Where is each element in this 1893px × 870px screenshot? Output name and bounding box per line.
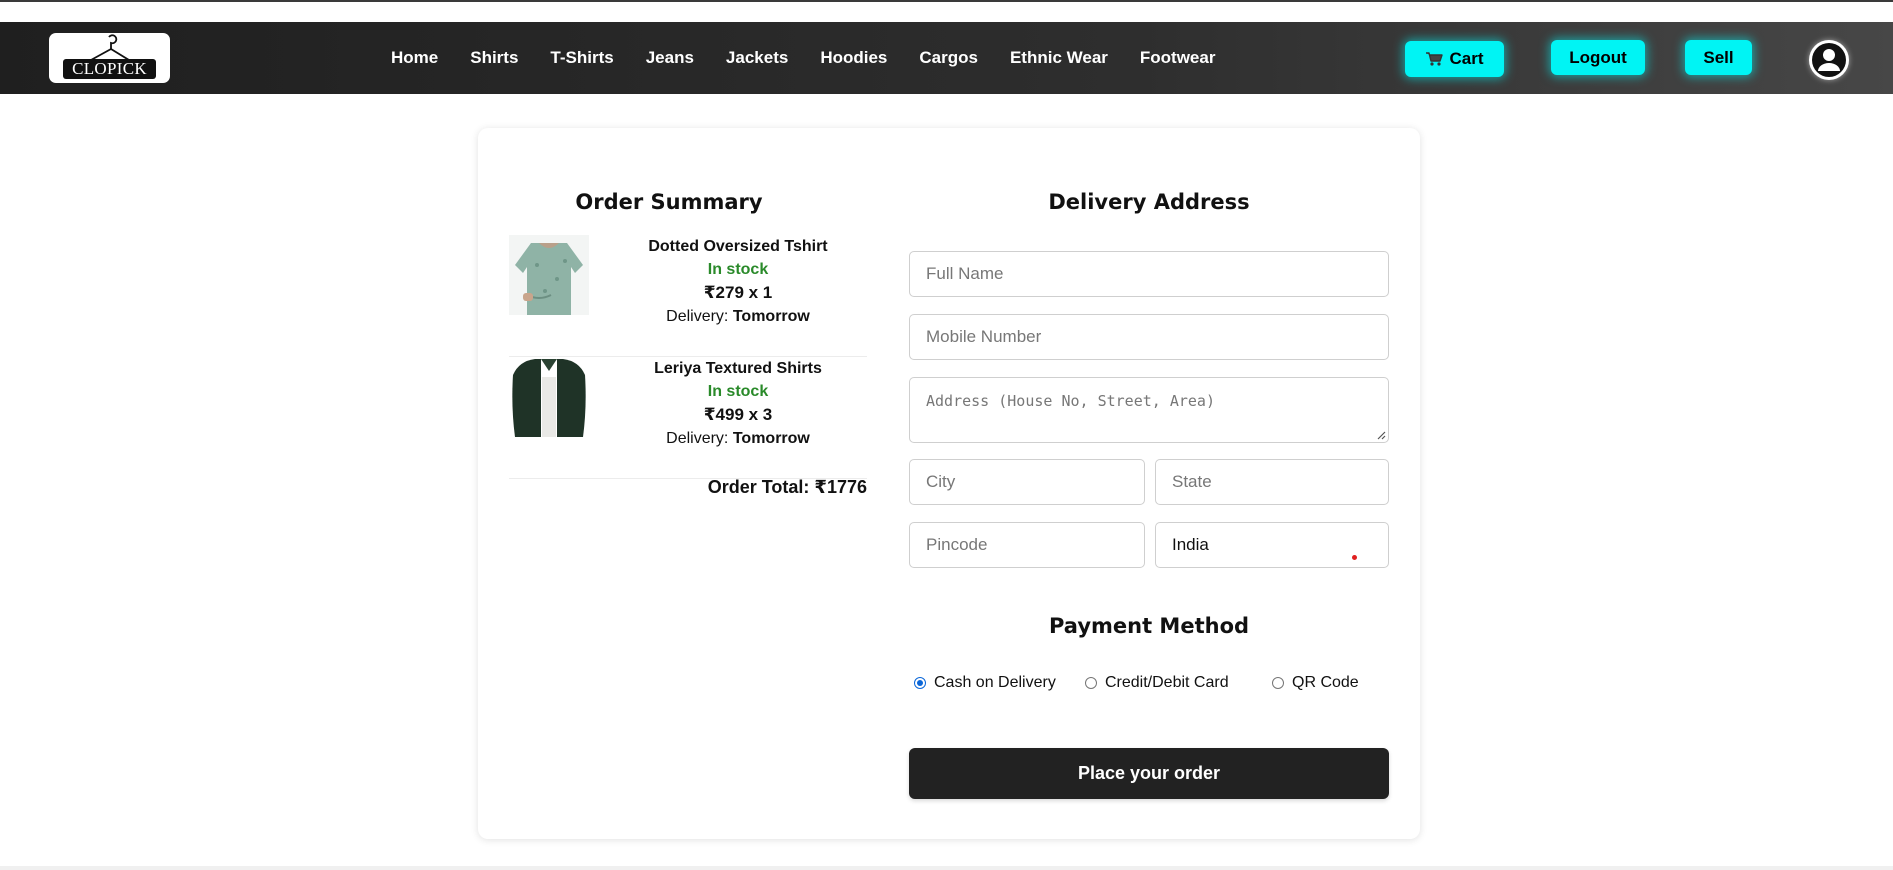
mobile-placeholder: Mobile Number bbox=[926, 327, 1042, 346]
item-delivery: Delivery: Tomorrow bbox=[609, 427, 867, 450]
delivery-value: Tomorrow bbox=[732, 430, 810, 447]
cart-label: Cart bbox=[1449, 49, 1484, 68]
pincode-placeholder: Pincode bbox=[926, 535, 988, 554]
state-input[interactable]: State bbox=[1155, 459, 1389, 505]
delivery-value: Tomorrow bbox=[732, 308, 810, 325]
user-avatar-icon[interactable] bbox=[1809, 40, 1849, 80]
address-textarea[interactable]: Address (House No, Street, Area) bbox=[909, 377, 1389, 443]
payment-option-label: Credit/Debit Card bbox=[1105, 674, 1229, 691]
state-placeholder: State bbox=[1172, 472, 1212, 491]
radio-qr[interactable] bbox=[1272, 677, 1284, 689]
nav-link-hoodies[interactable]: Hoodies bbox=[820, 48, 887, 68]
top-border bbox=[0, 0, 1893, 2]
address-placeholder: Address (House No, Street, Area) bbox=[926, 392, 1215, 410]
mobile-number-input[interactable]: Mobile Number bbox=[909, 314, 1389, 360]
checkout-card: Order Summary Dotted Oversized Tshirt In… bbox=[478, 128, 1420, 839]
nav-link-jackets[interactable]: Jackets bbox=[726, 48, 788, 68]
nav-link-ethnic-wear[interactable]: Ethnic Wear bbox=[1010, 48, 1108, 68]
nav-link-footwear[interactable]: Footwear bbox=[1140, 48, 1216, 68]
nav-link-shirts[interactable]: Shirts bbox=[470, 48, 518, 68]
delivery-label: Delivery: bbox=[666, 308, 729, 325]
payment-option-card[interactable]: Credit/Debit Card bbox=[1085, 674, 1229, 692]
country-value: India bbox=[1172, 535, 1209, 554]
nav-link-jeans[interactable]: Jeans bbox=[646, 48, 694, 68]
pincode-input[interactable]: Pincode bbox=[909, 522, 1145, 568]
sell-button[interactable]: Sell bbox=[1685, 40, 1752, 75]
item-delivery: Delivery: Tomorrow bbox=[609, 305, 867, 328]
item-name[interactable]: Leriya Textured Shirts bbox=[609, 357, 867, 380]
radio-card[interactable] bbox=[1085, 677, 1097, 689]
delivery-label: Delivery: bbox=[666, 430, 729, 447]
nav-link-tshirts[interactable]: T-Shirts bbox=[550, 48, 613, 68]
city-input[interactable]: City bbox=[909, 459, 1145, 505]
nav-link-home[interactable]: Home bbox=[391, 48, 438, 68]
item-name[interactable]: Dotted Oversized Tshirt bbox=[609, 235, 867, 258]
product-image[interactable] bbox=[509, 357, 589, 437]
item-price-qty: ₹499 x 3 bbox=[703, 405, 773, 424]
city-placeholder: City bbox=[926, 472, 956, 491]
stock-status: In stock bbox=[707, 383, 769, 400]
stock-status: In stock bbox=[707, 261, 769, 278]
full-name-placeholder: Full Name bbox=[926, 264, 1004, 283]
clopick-logo[interactable]: CLOPICK bbox=[49, 33, 170, 83]
logo-text: CLOPICK bbox=[63, 59, 156, 79]
delivery-address-title: Delivery Address bbox=[1048, 190, 1250, 214]
order-total: Order Total: ₹1776 bbox=[707, 477, 867, 497]
resize-handle-icon[interactable] bbox=[1376, 430, 1386, 440]
country-input[interactable]: India bbox=[1155, 522, 1389, 568]
radio-cod[interactable] bbox=[914, 677, 926, 689]
payment-option-qr[interactable]: QR Code bbox=[1272, 674, 1359, 692]
nav-link-cargos[interactable]: Cargos bbox=[919, 48, 978, 68]
required-dot-icon bbox=[1352, 555, 1357, 560]
item-price-qty: ₹279 x 1 bbox=[703, 283, 773, 302]
payment-option-label: QR Code bbox=[1292, 674, 1359, 691]
order-item: Dotted Oversized Tshirt In stock ₹279 x … bbox=[509, 235, 867, 357]
cart-icon bbox=[1425, 51, 1444, 67]
logout-button[interactable]: Logout bbox=[1551, 40, 1645, 75]
payment-option-label: Cash on Delivery bbox=[934, 674, 1056, 691]
cart-button[interactable]: Cart bbox=[1405, 41, 1504, 77]
full-name-input[interactable]: Full Name bbox=[909, 251, 1389, 297]
main-nav: Home Shirts T-Shirts Jeans Jackets Hoodi… bbox=[391, 22, 1247, 94]
place-order-button[interactable]: Place your order bbox=[909, 748, 1389, 799]
payment-option-cod[interactable]: Cash on Delivery bbox=[914, 674, 1056, 692]
order-summary-title: Order Summary bbox=[575, 190, 763, 214]
payment-method-title: Payment Method bbox=[1048, 614, 1250, 638]
bottom-border bbox=[0, 866, 1893, 870]
payment-options: Cash on Delivery Credit/Debit Card QR Co… bbox=[909, 674, 1389, 696]
item-info: Leriya Textured Shirts In stock ₹499 x 3… bbox=[609, 357, 867, 450]
navbar: CLOPICK Home Shirts T-Shirts Jeans Jacke… bbox=[0, 22, 1893, 94]
order-item: Leriya Textured Shirts In stock ₹499 x 3… bbox=[509, 357, 867, 479]
item-info: Dotted Oversized Tshirt In stock ₹279 x … bbox=[609, 235, 867, 328]
product-image[interactable] bbox=[509, 235, 589, 315]
